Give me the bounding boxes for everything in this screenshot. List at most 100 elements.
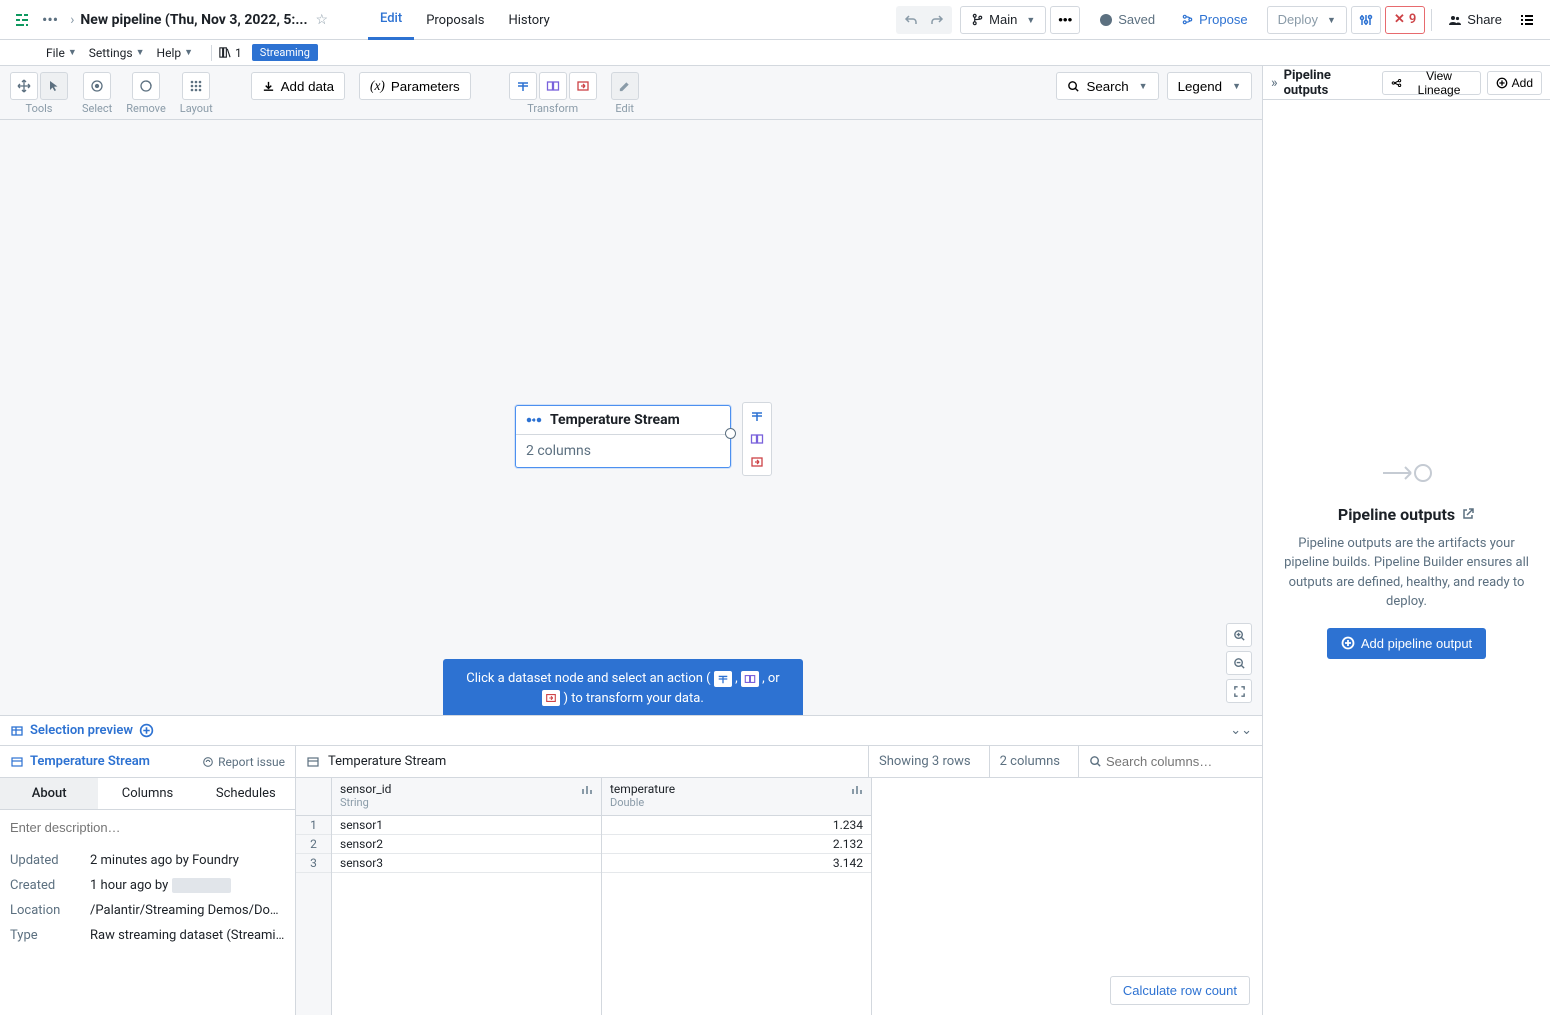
- redo-button[interactable]: [924, 8, 950, 32]
- branch-label: Main: [989, 12, 1017, 27]
- legend-label: Legend: [1178, 79, 1222, 94]
- chevron-down-icon: ▼: [1139, 81, 1148, 91]
- tab-edit[interactable]: Edit: [368, 0, 414, 40]
- join-icon: [546, 79, 560, 93]
- layout-icon: [189, 79, 203, 93]
- tune-button[interactable]: [1351, 6, 1381, 34]
- tab-history[interactable]: History: [496, 0, 561, 40]
- layout-tool[interactable]: [182, 72, 210, 100]
- page-title: New pipeline (Thu, Nov 3, 2022, 5:...: [80, 12, 307, 28]
- edit-tool[interactable]: [611, 72, 639, 100]
- panel-toggle-button[interactable]: [1512, 6, 1542, 34]
- row-number: 3: [296, 854, 331, 873]
- saved-indicator[interactable]: Saved: [1088, 6, 1166, 34]
- redacted-user: xxxxxxxx: [172, 878, 232, 893]
- chevron-down-icon: ▼: [1327, 15, 1336, 25]
- zoom-in-icon: [1233, 629, 1246, 642]
- transform-tool-2[interactable]: [539, 72, 567, 100]
- meta-created-val: 1 hour ago by xxxxxxxx: [90, 878, 285, 893]
- errors-badge[interactable]: ✕ 9: [1385, 6, 1425, 34]
- search-label: Search: [1086, 79, 1128, 94]
- library-count[interactable]: 1: [218, 46, 242, 60]
- dataset-node[interactable]: Temperature Stream 2 columns: [515, 405, 731, 468]
- preview-add-button[interactable]: [139, 723, 154, 738]
- panel-add-button[interactable]: Add: [1487, 71, 1542, 95]
- branch-more-button[interactable]: •••: [1050, 6, 1080, 34]
- app-logo[interactable]: [8, 6, 36, 34]
- output-icon: [576, 79, 590, 93]
- report-issue-button[interactable]: Report issue: [202, 755, 285, 769]
- description-input[interactable]: [0, 810, 295, 845]
- add-data-button[interactable]: Add data: [251, 72, 345, 100]
- legend-button[interactable]: Legend ▼: [1167, 72, 1252, 100]
- column-search-input[interactable]: [1102, 750, 1242, 773]
- meta-updated-key: Updated: [10, 853, 90, 868]
- parameters-button[interactable]: (x) Parameters: [359, 72, 471, 100]
- undo-button[interactable]: [898, 8, 924, 32]
- branch-selector[interactable]: Main ▼: [960, 6, 1046, 34]
- hint-join-icon: [741, 671, 759, 687]
- chevron-down-icon: ▼: [68, 47, 77, 58]
- share-label: Share: [1467, 12, 1502, 27]
- download-icon: [262, 80, 275, 93]
- settings-menu[interactable]: Settings▼: [89, 46, 145, 60]
- chevron-down-icon: ▼: [184, 47, 193, 58]
- table-name: Temperature Stream: [328, 754, 446, 769]
- meta-updated-val: 2 minutes ago by Foundry: [90, 853, 285, 868]
- empty-title: Pipeline outputs: [1338, 505, 1475, 524]
- dataset-name[interactable]: Temperature Stream: [30, 754, 150, 769]
- propose-button[interactable]: Propose: [1170, 6, 1258, 34]
- remove-tool[interactable]: [132, 72, 160, 100]
- share-button[interactable]: Share: [1438, 6, 1512, 34]
- select-label: Select: [82, 102, 112, 115]
- column-name: sensor_id: [340, 782, 593, 796]
- zoom-fit-button[interactable]: [1226, 679, 1252, 703]
- undo-redo-group: [896, 6, 952, 34]
- external-link-icon[interactable]: [1461, 507, 1475, 521]
- pencil-icon: [618, 80, 631, 93]
- meta-tab-schedules[interactable]: Schedules: [197, 778, 295, 809]
- panel-collapse-button[interactable]: »: [1271, 75, 1278, 91]
- hint-output-icon: [542, 690, 560, 706]
- node-transform-action[interactable]: [746, 406, 768, 426]
- transform-tool-3[interactable]: [569, 72, 597, 100]
- node-join-action[interactable]: [746, 429, 768, 449]
- transform-tool-1[interactable]: [509, 72, 537, 100]
- add-data-label: Add data: [281, 79, 334, 94]
- file-menu[interactable]: File▼: [46, 46, 77, 60]
- node-output-action[interactable]: [746, 452, 768, 472]
- meta-tab-about[interactable]: About: [0, 778, 98, 809]
- help-menu[interactable]: Help▼: [157, 46, 194, 60]
- node-output-handle[interactable]: [725, 428, 736, 439]
- calculate-row-count-button[interactable]: Calculate row count: [1110, 976, 1250, 1005]
- deploy-label: Deploy: [1278, 12, 1318, 27]
- meta-created-key: Created: [10, 878, 90, 893]
- canvas-search-button[interactable]: Search ▼: [1056, 72, 1158, 100]
- tab-proposals[interactable]: Proposals: [414, 0, 496, 40]
- chevron-down-icon: ▼: [136, 47, 145, 58]
- add-pipeline-output-button[interactable]: Add pipeline output: [1327, 628, 1486, 659]
- deploy-button[interactable]: Deploy ▼: [1267, 6, 1347, 34]
- column-histogram-button[interactable]: [581, 784, 595, 794]
- preview-collapse-button[interactable]: ⌄⌄: [1230, 723, 1252, 738]
- pan-tool[interactable]: [10, 72, 38, 100]
- error-x-icon: ✕: [1394, 12, 1405, 27]
- people-icon: [1448, 13, 1462, 27]
- view-lineage-button[interactable]: View Lineage: [1382, 71, 1480, 95]
- row-number: 1: [296, 816, 331, 835]
- zoom-in-button[interactable]: [1226, 623, 1252, 647]
- breadcrumb-menu[interactable]: •••: [42, 10, 58, 29]
- preview-icon: [10, 724, 24, 738]
- table-cell: 3.142: [602, 854, 871, 873]
- meta-tab-columns[interactable]: Columns: [98, 778, 196, 809]
- favorite-star-icon[interactable]: ☆: [316, 12, 329, 28]
- table-column: temperature Double 1.234 2.132 3.142: [602, 778, 872, 1015]
- select-tool[interactable]: [83, 72, 111, 100]
- streaming-tag: Streaming: [252, 44, 318, 61]
- breadcrumb-separator: ›: [70, 12, 74, 28]
- library-count-value: 1: [235, 46, 242, 60]
- node-title: Temperature Stream: [550, 412, 680, 428]
- zoom-out-button[interactable]: [1226, 651, 1252, 675]
- column-histogram-button[interactable]: [851, 784, 865, 794]
- pointer-tool[interactable]: [40, 72, 68, 100]
